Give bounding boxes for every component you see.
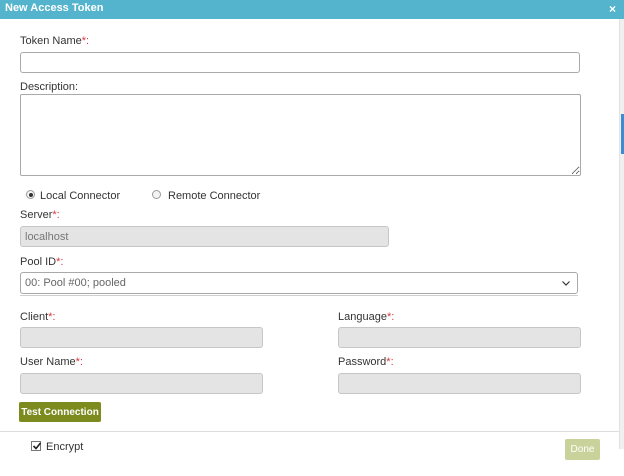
pool-id-label: Pool ID*: xyxy=(20,256,63,268)
required-marker: *: xyxy=(386,311,395,323)
right-edge-strip xyxy=(619,19,624,449)
test-connection-button[interactable]: Test Connection xyxy=(19,402,101,422)
select-underline xyxy=(20,295,578,296)
server-label: Server*: xyxy=(20,209,60,221)
required-marker: *: xyxy=(75,356,83,368)
local-connector-radio[interactable] xyxy=(26,190,35,199)
chevron-down-icon xyxy=(562,281,570,286)
done-button[interactable]: Done xyxy=(565,439,600,460)
password-label-text: Password xyxy=(338,356,387,368)
required-marker: *: xyxy=(52,209,60,221)
required-marker: *: xyxy=(81,35,90,47)
remote-connector-label[interactable]: Remote Connector xyxy=(168,190,260,202)
description-label: Description: xyxy=(20,81,79,93)
close-icon[interactable]: × xyxy=(609,3,616,15)
remote-connector-radio[interactable] xyxy=(152,190,161,199)
language-label: Language*: xyxy=(338,311,394,323)
server-input xyxy=(20,226,389,247)
pool-id-label-text: Pool ID xyxy=(20,256,57,268)
user-name-label: User Name*: xyxy=(20,356,83,368)
token-name-input[interactable] xyxy=(20,52,580,73)
footer-divider xyxy=(0,431,619,432)
encrypt-checkbox[interactable] xyxy=(31,441,42,451)
password-input[interactable] xyxy=(338,373,581,394)
encrypt-label: Encrypt xyxy=(46,441,84,453)
local-connector-label[interactable]: Local Connector xyxy=(40,190,120,202)
pool-id-value: 00: Pool #00; pooled xyxy=(25,277,126,289)
pool-id-select[interactable]: 00: Pool #00; pooled xyxy=(20,272,578,294)
user-name-input[interactable] xyxy=(20,373,263,394)
server-label-text: Server xyxy=(20,209,53,221)
description-textarea[interactable] xyxy=(20,94,581,176)
password-label: Password*: xyxy=(338,356,394,368)
token-name-label-text: Token Name xyxy=(20,35,82,47)
client-label: Client*: xyxy=(20,311,55,323)
dialog-title: New Access Token xyxy=(5,2,104,14)
user-name-label-text: User Name xyxy=(20,356,76,368)
token-name-label: Token Name*: xyxy=(20,35,89,47)
client-label-text: Client xyxy=(20,311,49,323)
checkmark-icon xyxy=(32,442,42,450)
dialog-title-bar: New Access Token × xyxy=(0,0,624,19)
required-marker: *: xyxy=(48,311,56,323)
language-label-text: Language xyxy=(338,311,387,323)
language-input[interactable] xyxy=(338,327,581,348)
required-marker: *: xyxy=(56,256,64,268)
required-marker: *: xyxy=(386,356,394,368)
client-input[interactable] xyxy=(20,327,263,348)
